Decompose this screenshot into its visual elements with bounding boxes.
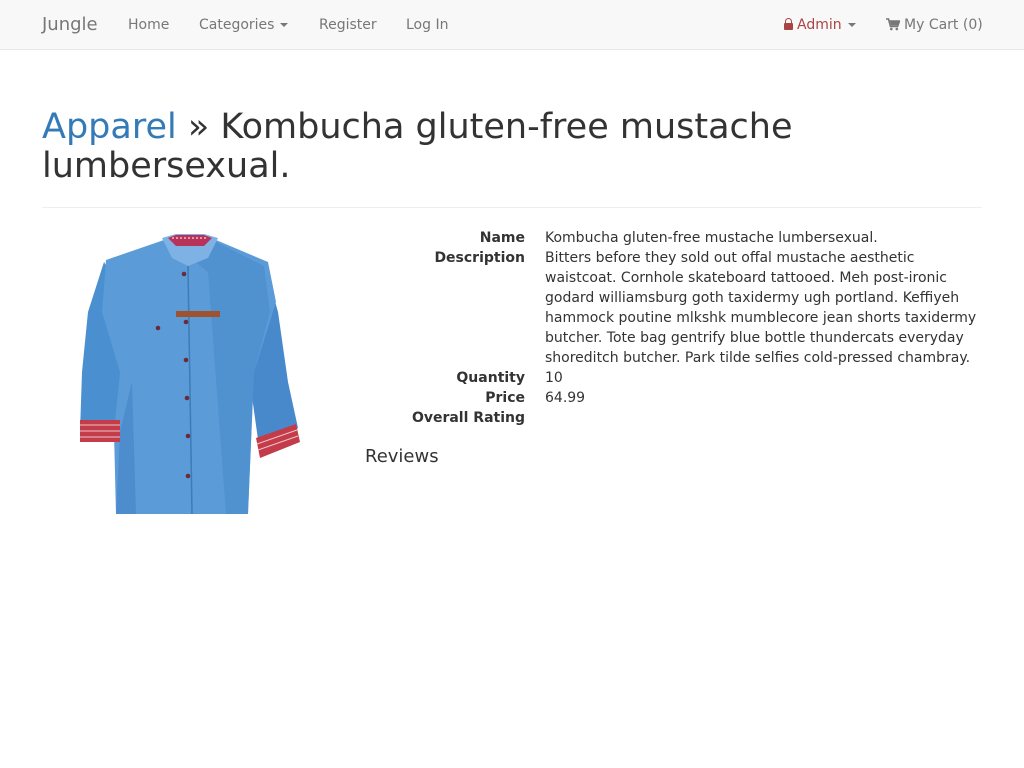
detail-value: Kombucha gluten-free mustache lumbersexu… — [545, 230, 878, 246]
chevron-down-icon — [280, 23, 289, 27]
nav-categories-label: Categories — [199, 17, 275, 33]
lock-icon — [784, 18, 793, 30]
nav-cart[interactable]: My Cart (0) — [886, 17, 983, 33]
nav-cart-label: My Cart (0) — [904, 17, 983, 33]
detail-label: Name — [479, 230, 525, 246]
product-image — [80, 234, 300, 515]
detail-value — [545, 408, 980, 428]
detail-row-description: Description Bitters before they sold out… — [365, 248, 985, 368]
detail-value: 64.99 — [545, 390, 586, 406]
navbar: Jungle Home Categories Register Log In A… — [0, 0, 1024, 50]
header-divider — [42, 207, 982, 208]
page-header: Apparel » Kombucha gluten-free mustache … — [42, 108, 982, 186]
nav-admin-label: Admin — [797, 17, 842, 33]
detail-label: Description — [434, 250, 525, 266]
brand-link[interactable]: Jungle — [42, 14, 98, 35]
detail-row-rating: Overall Rating — [365, 408, 985, 428]
detail-label: Price — [485, 390, 525, 406]
page-title: Apparel » Kombucha gluten-free mustache … — [42, 108, 982, 186]
cart-icon — [886, 18, 900, 31]
reviews-heading: Reviews — [365, 446, 439, 467]
breadcrumb-separator: » — [187, 107, 210, 147]
nav-login[interactable]: Log In — [406, 17, 448, 33]
detail-label: Quantity — [456, 370, 525, 386]
nav-admin-dropdown[interactable]: Admin — [784, 17, 856, 33]
detail-value: Bitters before they sold out offal musta… — [545, 250, 977, 366]
chevron-down-icon — [847, 23, 856, 27]
nav-register[interactable]: Register — [319, 17, 377, 33]
product-details: Name Kombucha gluten-free mustache lumbe… — [365, 228, 985, 428]
detail-row-name: Name Kombucha gluten-free mustache lumbe… — [365, 228, 985, 248]
detail-label: Overall Rating — [411, 410, 525, 426]
nav-categories-dropdown[interactable]: Categories — [199, 17, 289, 33]
detail-row-quantity: Quantity 10 — [365, 368, 985, 388]
detail-row-price: Price 64.99 — [365, 388, 985, 408]
nav-home[interactable]: Home — [128, 17, 169, 33]
detail-value: 10 — [545, 370, 563, 386]
category-link[interactable]: Apparel — [42, 107, 177, 147]
